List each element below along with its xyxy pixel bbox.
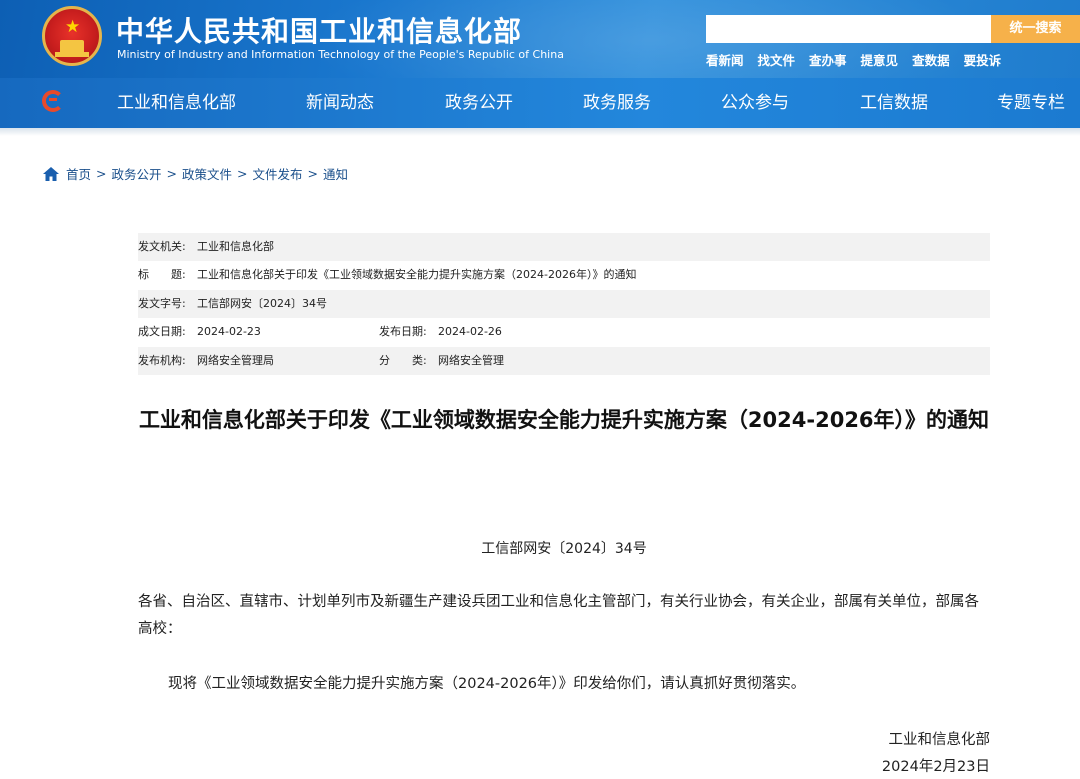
gate-icon [60, 40, 84, 52]
meta-value: 工业和信息化部 [197, 240, 274, 253]
quick-link-complaint[interactable]: 要投诉 [964, 50, 1002, 69]
search-button[interactable]: 统一搜索 [991, 15, 1080, 43]
meta-label: 发布机构: [138, 353, 186, 367]
meta-row-dates: 成文日期: 2024-02-23 发布日期: 2024-02-26 [138, 318, 990, 346]
meta-value: 工信部网安〔2024〕34号 [197, 296, 327, 310]
meta-label: 成文日期: [138, 325, 186, 339]
breadcrumb-document-release[interactable]: 文件发布 [253, 164, 303, 183]
quick-link-services[interactable]: 查办事 [809, 50, 847, 69]
quick-link-feedback[interactable]: 提意见 [861, 50, 899, 69]
document-number: 工信部网安〔2024〕34号 [481, 541, 647, 557]
meta-row-title: 标 题: 工业和信息化部关于印发《工业领域数据安全能力提升实施方案（2024-2… [138, 261, 990, 289]
meta-label: 发文字号: [138, 296, 186, 310]
nav-item-news[interactable]: 新闻动态 [306, 78, 374, 128]
nav-item-topics[interactable]: 专题专栏 [997, 78, 1065, 128]
breadcrumb-separator: > [237, 166, 248, 181]
meta-row-docno: 发文字号: 工信部网安〔2024〕34号 [138, 289, 990, 319]
breadcrumb-home[interactable]: 首页 [66, 164, 91, 183]
national-emblem-icon[interactable]: ★ [42, 6, 102, 66]
site-title-english: Ministry of Industry and Information Tec… [117, 48, 564, 61]
quick-links: 看新闻 找文件 查办事 提意见 查数据 要投诉 [706, 50, 1001, 69]
document-metadata: 发文机关: 工业和信息化部 标 题: 工业和信息化部关于印发《工业领域数据安全能… [138, 233, 990, 375]
nav-item-government-affairs[interactable]: 政务公开 [445, 78, 513, 128]
star-icon: ★ [65, 17, 81, 37]
meta-row-issuer: 发文机关: 工业和信息化部 [138, 233, 990, 262]
quick-link-documents[interactable]: 找文件 [758, 50, 796, 69]
meta-row-org: 发布机构: 网络安全管理局 分 类: 网络安全管理 [138, 346, 990, 375]
nav-item-participation[interactable]: 公众参与 [721, 78, 789, 128]
meta-value: 网络安全管理局 [197, 353, 274, 367]
breadcrumb-separator: > [307, 166, 318, 181]
breadcrumb-separator: > [96, 166, 107, 181]
main-nav: 工业和信息化部 新闻动态 政务公开 政务服务 公众参与 工信数据 专题专栏 [0, 78, 1080, 128]
meta-value: 工业和信息化部关于印发《工业领域数据安全能力提升实施方案（2024-2026年）… [197, 268, 637, 282]
nav-item-ministry[interactable]: 工业和信息化部 [117, 78, 236, 128]
miit-logo-icon[interactable] [42, 90, 64, 112]
document-date: 2024年2月23日 [881, 759, 990, 775]
quick-link-news[interactable]: 看新闻 [706, 50, 744, 69]
document-recipients: 各省、自治区、直辖市、计划单列市及新疆生产建设兵团工业和信息化主管部门，有关行业… [138, 594, 979, 637]
breadcrumb-policy-documents[interactable]: 政策文件 [182, 164, 232, 183]
quick-link-data[interactable]: 查数据 [912, 50, 950, 69]
meta-value: 2024-02-26 [438, 325, 502, 339]
breadcrumb: 首页 > 政务公开 > 政策文件 > 文件发布 > 通知 [43, 164, 348, 183]
meta-value: 网络安全管理 [438, 353, 504, 367]
document-signature: 工业和信息化部 [888, 732, 991, 748]
breadcrumb-notice[interactable]: 通知 [323, 164, 348, 183]
nav-shadow [0, 128, 1080, 136]
meta-label: 发文机关: [138, 240, 186, 253]
site-title-chinese[interactable]: 中华人民共和国工业和信息化部 [116, 10, 522, 50]
site-header: ★ 中华人民共和国工业和信息化部 Ministry of Industry an… [0, 0, 1080, 78]
meta-value: 2024-02-23 [197, 325, 261, 339]
meta-label: 分 类: [379, 353, 427, 367]
breadcrumb-government-affairs[interactable]: 政务公开 [112, 164, 162, 183]
home-icon[interactable] [43, 166, 59, 181]
search-input[interactable] [706, 15, 991, 43]
meta-label: 标 题: [138, 268, 186, 282]
document-body: 现将《工业领域数据安全能力提升实施方案（2024-2026年）》印发给你们，请认… [168, 676, 806, 692]
document-title: 工业和信息化部关于印发《工业领域数据安全能力提升实施方案（2024-2026年）… [138, 408, 990, 432]
emblem-base [55, 52, 89, 57]
breadcrumb-separator: > [166, 166, 177, 181]
nav-item-services[interactable]: 政务服务 [583, 78, 651, 128]
meta-label: 发布日期: [379, 325, 427, 339]
nav-item-data[interactable]: 工信数据 [860, 78, 928, 128]
